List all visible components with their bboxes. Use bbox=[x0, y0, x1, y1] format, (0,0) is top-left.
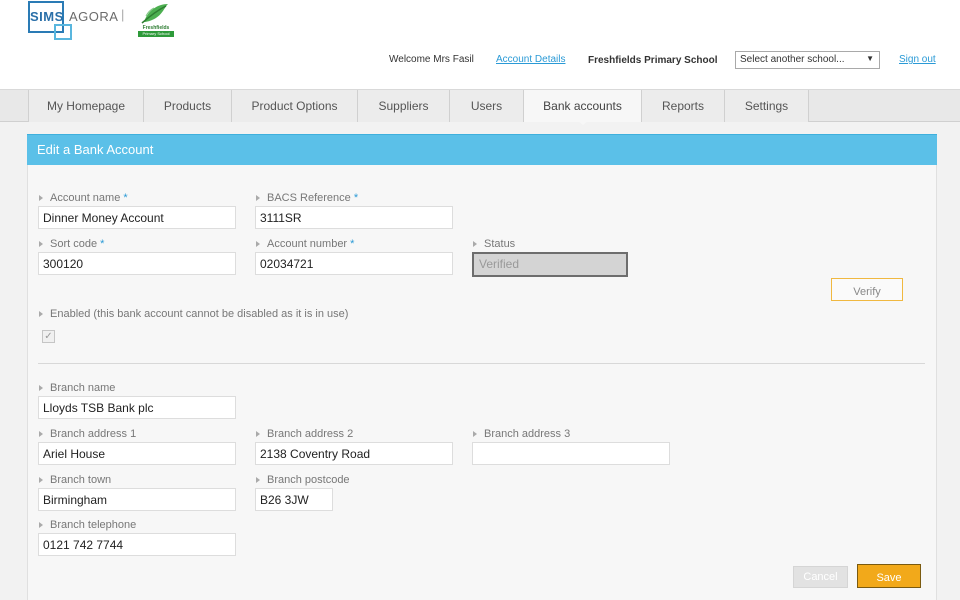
branch-telephone-field[interactable]: 0121 742 7744 bbox=[38, 533, 236, 556]
panel-header bbox=[27, 134, 937, 165]
section-divider bbox=[38, 363, 925, 364]
branch-town-field[interactable]: Birmingham bbox=[38, 488, 236, 511]
active-tab-indicator bbox=[577, 120, 589, 125]
branch-address-1-field[interactable]: Ariel House bbox=[38, 442, 236, 465]
required-marker: * bbox=[123, 192, 128, 204]
welcome-text: Welcome Mrs Fasil bbox=[389, 54, 474, 65]
account-details-link[interactable]: Account Details bbox=[496, 54, 565, 65]
verify-button[interactable]: Verify bbox=[831, 278, 903, 301]
branch-address-3-label: Branch address 3 bbox=[472, 428, 570, 440]
sort-code-label: Sort code * bbox=[38, 238, 104, 250]
required-marker: * bbox=[350, 238, 355, 250]
panel-title: Edit a Bank Account bbox=[37, 142, 154, 157]
dropdown-arrow-icon: ▼ bbox=[866, 54, 874, 63]
branch-telephone-label: Branch telephone bbox=[38, 519, 136, 531]
branch-postcode-field[interactable]: B26 3JW bbox=[255, 488, 333, 511]
account-number-label-text: Account number bbox=[267, 238, 348, 250]
tab-users[interactable]: Users bbox=[450, 90, 524, 122]
required-marker: * bbox=[353, 192, 359, 204]
school-crest-logo: Freshfields Primary School bbox=[134, 0, 178, 40]
branch-postcode-label: Branch postcode bbox=[255, 474, 350, 486]
account-name-label-text: Account name bbox=[50, 192, 121, 204]
status-field: Verified bbox=[472, 252, 628, 277]
branch-name-field[interactable]: Lloyds TSB Bank plc bbox=[38, 396, 236, 419]
branch-name-label: Branch name bbox=[38, 382, 115, 394]
cancel-button[interactable]: Cancel bbox=[793, 566, 848, 588]
tab-reports[interactable]: Reports bbox=[642, 90, 725, 122]
branch-town-label: Branch town bbox=[38, 474, 111, 486]
bacs-reference-label: BACS Reference * bbox=[255, 192, 358, 204]
required-marker: * bbox=[100, 238, 105, 250]
account-name-label: Account name * bbox=[38, 192, 128, 204]
leaf-icon bbox=[141, 4, 168, 24]
enabled-label: Enabled (this bank account cannot be dis… bbox=[38, 308, 348, 320]
main-navigation-tabs: My Homepage Products Product Options Sup… bbox=[0, 89, 960, 122]
bacs-reference-label-text: BACS Reference bbox=[267, 192, 351, 204]
current-school-name: Freshfields Primary School bbox=[588, 55, 718, 66]
branch-address-2-label: Branch address 2 bbox=[255, 428, 353, 440]
branch-address-1-label: Branch address 1 bbox=[38, 428, 136, 440]
branch-address-3-field[interactable] bbox=[472, 442, 670, 465]
agora-logo-text: AGORA bbox=[69, 9, 119, 24]
tab-product-options[interactable]: Product Options bbox=[232, 90, 358, 122]
header-bar: SIMS AGORA | Freshfields Primary School … bbox=[0, 0, 960, 90]
crest-text-line2: Primary School bbox=[138, 31, 174, 37]
tab-bank-accounts[interactable]: Bank accounts bbox=[524, 90, 642, 122]
edit-bank-account-panel bbox=[27, 134, 937, 600]
sort-code-field[interactable]: 300120 bbox=[38, 252, 236, 275]
account-number-label: Account number * bbox=[255, 238, 354, 250]
logo-separator: | bbox=[121, 7, 125, 22]
tab-products[interactable]: Products bbox=[144, 90, 232, 122]
sims-logo-square-small bbox=[54, 24, 72, 40]
status-label: Status bbox=[472, 238, 515, 250]
enabled-checkbox: ✓ bbox=[42, 330, 55, 343]
bacs-reference-field[interactable]: 3111SR bbox=[255, 206, 453, 229]
account-number-field[interactable]: 02034721 bbox=[255, 252, 453, 275]
tab-settings[interactable]: Settings bbox=[725, 90, 809, 122]
school-select-value: Select another school... bbox=[740, 54, 845, 65]
account-name-field[interactable]: Dinner Money Account bbox=[38, 206, 236, 229]
sign-out-link[interactable]: Sign out bbox=[899, 54, 936, 65]
sims-logo-text: SIMS bbox=[30, 9, 64, 24]
tab-my-homepage[interactable]: My Homepage bbox=[28, 90, 144, 122]
save-button[interactable]: Save bbox=[857, 564, 921, 588]
tab-suppliers[interactable]: Suppliers bbox=[358, 90, 450, 122]
sort-code-label-text: Sort code bbox=[50, 238, 98, 250]
branch-address-2-field[interactable]: 2138 Coventry Road bbox=[255, 442, 453, 465]
school-select-dropdown[interactable]: Select another school... ▼ bbox=[735, 51, 880, 69]
